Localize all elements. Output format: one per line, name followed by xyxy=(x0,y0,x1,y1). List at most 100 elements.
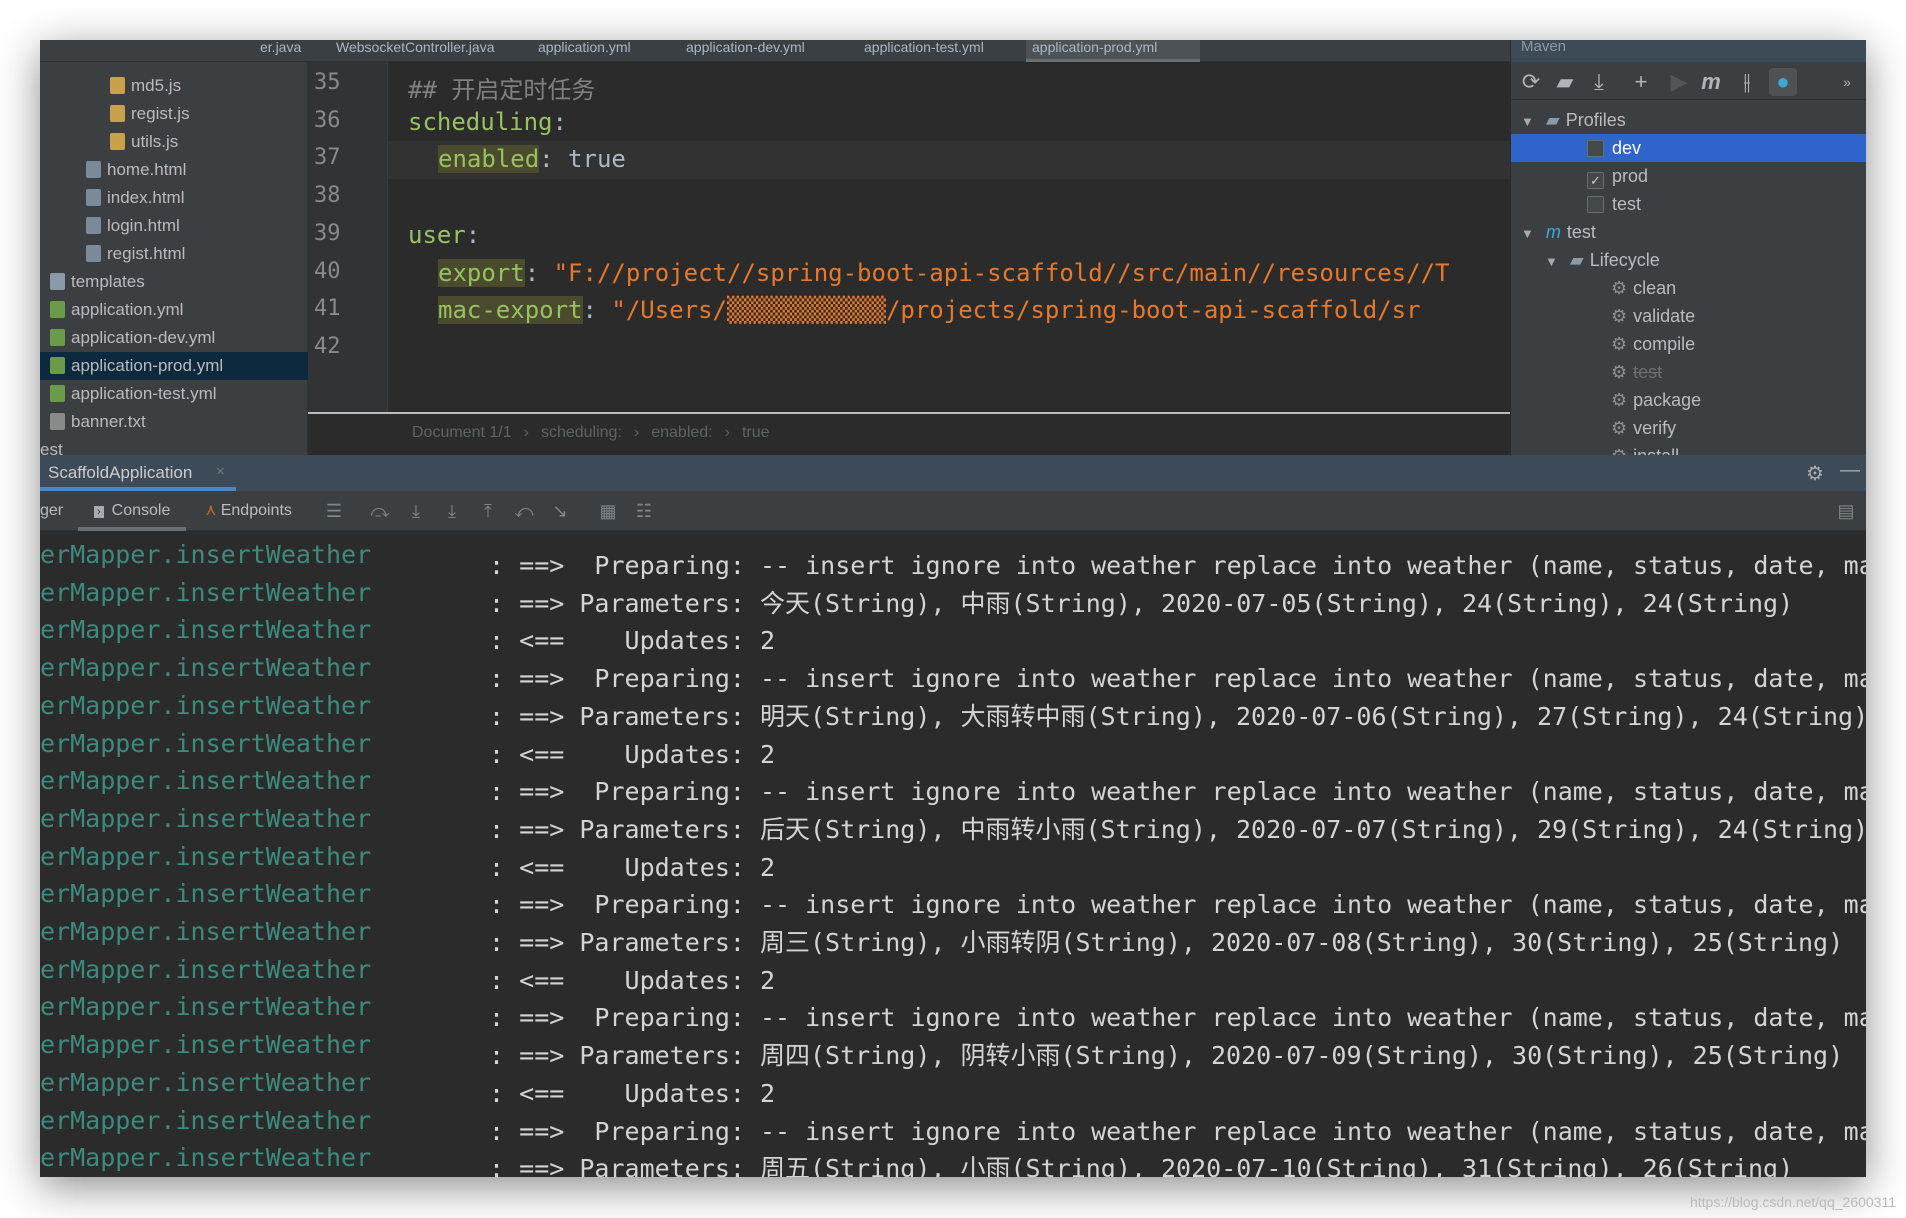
maven-tree-item[interactable]: ⚙ validate xyxy=(1611,302,1695,330)
maven-tree-item[interactable]: ⚙ test xyxy=(1611,358,1662,386)
run-icon[interactable]: ▶ xyxy=(1665,68,1693,96)
project-tree-item[interactable]: application.yml xyxy=(50,296,183,324)
skip-tests-icon[interactable]: ● xyxy=(1769,68,1797,96)
project-tree-item[interactable]: utils.js xyxy=(110,128,178,156)
project-tree-item[interactable]: regist.html xyxy=(86,240,185,268)
evaluate-icon[interactable]: ▦ xyxy=(596,499,620,523)
profiles-folder-icon: ▰ xyxy=(1545,110,1560,130)
project-tree-label: login.html xyxy=(107,216,180,235)
code-line[interactable]: export: "F://project//spring-boot-api-sc… xyxy=(438,258,1449,287)
expand-arrow-icon[interactable]: ▼ xyxy=(1545,254,1558,269)
project-tree-item[interactable]: regist.js xyxy=(110,100,190,128)
maven-tree-item[interactable]: ⚙ verify xyxy=(1611,414,1676,442)
more-icon[interactable]: » xyxy=(1833,68,1861,96)
code-line[interactable]: ## 开启定时任务 xyxy=(408,70,595,105)
maven-item-label: verify xyxy=(1633,418,1677,438)
project-tree-item[interactable]: banner.txt xyxy=(50,408,146,436)
layout-icon[interactable]: ▤ xyxy=(1834,499,1858,523)
code-line[interactable]: enabled: true xyxy=(438,145,626,174)
maven-tree-item[interactable]: dev xyxy=(1511,134,1866,162)
project-tree-item[interactable]: application-dev.yml xyxy=(50,324,215,352)
code-line[interactable]: scheduling: xyxy=(408,108,567,136)
close-icon[interactable]: × xyxy=(216,463,225,480)
run-tab[interactable]: ScaffoldApplication × xyxy=(40,455,236,491)
menu-icon[interactable]: ☰ xyxy=(322,499,346,523)
reload-icon[interactable]: ⟳ xyxy=(1517,68,1545,96)
project-tree-item[interactable]: templates xyxy=(50,268,145,296)
project-tree-label: md5.js xyxy=(131,76,182,95)
step-into-icon[interactable]: ⤓ xyxy=(404,499,428,523)
project-tree-item[interactable]: application-prod.yml xyxy=(40,352,308,380)
gear-icon: ⚙ xyxy=(1611,278,1628,298)
maven-item-label: Lifecycle xyxy=(1589,250,1660,270)
gear-icon[interactable]: ⚙ xyxy=(1806,461,1824,486)
maven-tree-item[interactable]: ⚙ clean xyxy=(1611,274,1676,302)
console-icon: › xyxy=(94,506,104,518)
maven-tree-item[interactable]: ▼ ▰ Lifecycle xyxy=(1545,246,1660,274)
code-editor[interactable]: 35 36 37 38 39 40 41 42 Document 1/1 › scheduling… xyxy=(308,62,1510,455)
tab-endpoints[interactable]: ⋏ Endpoints xyxy=(205,491,292,531)
breadcrumb-item[interactable]: true xyxy=(742,424,770,441)
code-line[interactable]: mac-export: "/Users/▒▒▒▒▒▒▒▒▒▒▒/projects… xyxy=(438,296,1421,325)
log-source: erMapper.insertWeather xyxy=(40,1067,372,1097)
step-out-icon[interactable]: ⤒ xyxy=(476,499,500,523)
generate-sources-icon[interactable]: ▰ xyxy=(1551,68,1579,96)
step-over-icon[interactable]: ⤼ xyxy=(368,499,392,523)
maven-goal-icon[interactable]: m xyxy=(1697,68,1725,96)
breadcrumb-item[interactable]: Document 1/1 xyxy=(412,424,512,441)
run-to-cursor-icon[interactable]: ↘ xyxy=(548,499,572,523)
console-line: erMapper.insertWeather : ==> Preparing: … xyxy=(40,762,1866,806)
download-icon[interactable]: ⤓ xyxy=(1585,68,1613,96)
project-tree-item[interactable]: md5.js xyxy=(110,72,181,100)
code-token: enabled xyxy=(438,145,540,174)
expand-arrow-icon[interactable]: ▼ xyxy=(1521,226,1534,241)
maven-tree-item[interactable]: ▼ ▰ Profiles xyxy=(1521,106,1626,134)
checkbox[interactable] xyxy=(1587,196,1604,213)
editor-tab[interactable]: application-dev.yml xyxy=(680,40,852,62)
tab-debugger[interactable]: ger xyxy=(40,491,63,531)
tab-console-label: Console xyxy=(111,502,171,519)
maven-tree-item[interactable]: ⚙ package xyxy=(1611,386,1701,414)
project-tree-item[interactable]: login.html xyxy=(86,212,180,240)
gear-icon: ⚙ xyxy=(1611,418,1628,438)
project-tree-item[interactable]: home.html xyxy=(86,156,186,184)
project-tree-item[interactable]: index.html xyxy=(86,184,184,212)
maven-tree-item[interactable]: test xyxy=(1587,190,1641,218)
expand-arrow-icon[interactable]: ▼ xyxy=(1521,114,1534,129)
editor-tab[interactable]: application-test.yml xyxy=(858,40,1020,62)
tab-console[interactable]: › Console xyxy=(78,491,187,531)
console-output[interactable]: erMapper.insertWeather : ==> Preparing: … xyxy=(40,531,1866,1177)
drop-frame-icon[interactable]: ⤺ xyxy=(512,499,536,523)
breadcrumb-item[interactable]: enabled: xyxy=(651,424,712,441)
project-tree-label: regist.js xyxy=(131,104,190,123)
toggle-offline-icon[interactable]: ⫲ xyxy=(1733,68,1761,96)
add-icon[interactable]: + xyxy=(1627,68,1655,96)
project-tree-label: application-prod.yml xyxy=(71,356,224,375)
editor-tab[interactable]: er.java xyxy=(254,40,324,62)
editor-tab[interactable]: application-prod.yml xyxy=(1026,40,1200,62)
breadcrumb-item[interactable]: scheduling: xyxy=(541,424,622,441)
yml-file-icon xyxy=(50,301,65,318)
line-gutter: 35 36 37 38 39 40 41 42 xyxy=(308,62,388,412)
editor-tab[interactable]: WebsocketController.java xyxy=(330,40,526,62)
line-number: 35 xyxy=(314,70,341,95)
log-source: erMapper.insertWeather xyxy=(40,540,372,569)
checkbox[interactable]: ✓ xyxy=(1587,172,1604,189)
force-step-into-icon[interactable]: ⤓ xyxy=(440,499,464,523)
minimize-icon[interactable]: — xyxy=(1840,459,1860,482)
html-file-icon xyxy=(86,245,101,262)
yml-file-icon xyxy=(50,385,65,402)
settings-list-icon[interactable]: ☷ xyxy=(632,499,656,523)
code-line[interactable]: user: xyxy=(408,221,480,249)
console-line: erMapper.insertWeather : ==> Preparing: … xyxy=(40,988,1866,1032)
maven-tree-item[interactable]: ▼ m test xyxy=(1521,218,1596,246)
line-number: 36 xyxy=(314,107,341,133)
checkbox[interactable] xyxy=(1587,140,1604,157)
gear-icon: ⚙ xyxy=(1611,362,1628,382)
line-number: 42 xyxy=(314,333,341,359)
maven-tree-item[interactable]: ✓ prod xyxy=(1587,162,1648,190)
maven-tree-item[interactable]: ⚙ compile xyxy=(1611,330,1695,358)
code-token: export xyxy=(438,258,525,287)
editor-tab[interactable]: application.yml xyxy=(532,40,674,62)
project-tree-item[interactable]: application-test.yml xyxy=(50,380,217,408)
